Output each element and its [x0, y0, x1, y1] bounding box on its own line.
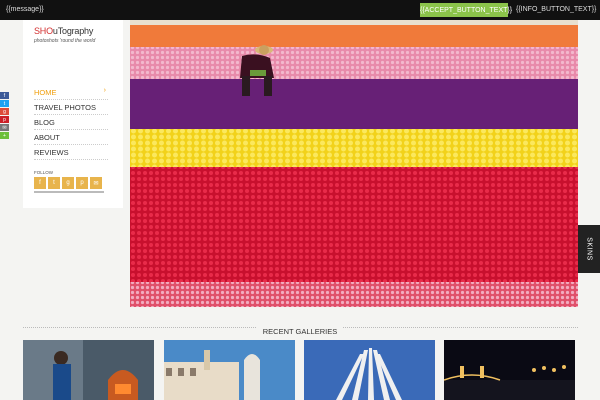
- email-icon[interactable]: ✉: [0, 124, 9, 131]
- pinterest-icon[interactable]: p: [0, 116, 9, 123]
- facebook-icon[interactable]: f: [0, 92, 9, 99]
- gallery-photo: [304, 340, 435, 400]
- share-icon[interactable]: +: [0, 132, 9, 139]
- follow-icons: f t g p ✉: [34, 177, 102, 189]
- follow-divider: [34, 191, 104, 193]
- recent-galleries-title: RECENT GALLERIES: [0, 321, 600, 339]
- gallery-photo: [23, 340, 154, 400]
- tulip-field-photo: [130, 20, 578, 307]
- email-icon[interactable]: ✉: [90, 177, 102, 189]
- google-plus-icon[interactable]: g: [0, 108, 9, 115]
- nav-item-blog[interactable]: BLOG: [34, 115, 108, 130]
- gallery-thumb-1[interactable]: [23, 340, 154, 400]
- main-nav: HOME › TRAVEL PHOTOS BLOG ABOUT REVIEWS: [34, 85, 108, 160]
- logo-tagline: photoshots 'round the world: [34, 38, 96, 44]
- cookie-message: {{message}}: [6, 6, 44, 13]
- nav-item-home[interactable]: HOME ›: [34, 85, 108, 100]
- facebook-icon[interactable]: f: [34, 177, 46, 189]
- google-plus-icon[interactable]: g: [62, 177, 74, 189]
- skins-tab[interactable]: SKINS: [578, 225, 600, 273]
- share-strip: f t g p ✉ +: [0, 92, 9, 139]
- twitter-icon[interactable]: t: [0, 100, 9, 107]
- accept-button[interactable]: {{ACCEPT_BUTTON_TEXT}}: [420, 3, 512, 17]
- chevron-right-icon: ›: [103, 87, 106, 94]
- hero-image[interactable]: [130, 20, 578, 307]
- gallery-thumb-3[interactable]: [304, 340, 435, 400]
- gallery-thumb-2[interactable]: [164, 340, 295, 400]
- pinterest-icon[interactable]: p: [76, 177, 88, 189]
- nav-item-reviews[interactable]: REVIEWS: [34, 145, 108, 160]
- follow-label: FOLLOW: [34, 170, 54, 175]
- skins-tab-label: SKINS: [585, 237, 593, 261]
- info-link[interactable]: {{INFO_BUTTON_TEXT}}: [516, 6, 596, 13]
- twitter-icon[interactable]: t: [48, 177, 60, 189]
- gallery-photo: [444, 340, 575, 400]
- cookie-bar: {{message}} {{ACCEPT_BUTTON_TEXT}} {{INF…: [0, 0, 600, 20]
- logo-part1: SHO: [34, 26, 53, 36]
- nav-item-travel-photos[interactable]: TRAVEL PHOTOS: [34, 100, 108, 115]
- site-logo[interactable]: SHOuTography: [34, 26, 93, 36]
- nav-item-about[interactable]: ABOUT: [34, 130, 108, 145]
- logo-part3: Tography: [57, 26, 94, 36]
- gallery-photo: [164, 340, 295, 400]
- gallery-thumb-4[interactable]: [444, 340, 575, 400]
